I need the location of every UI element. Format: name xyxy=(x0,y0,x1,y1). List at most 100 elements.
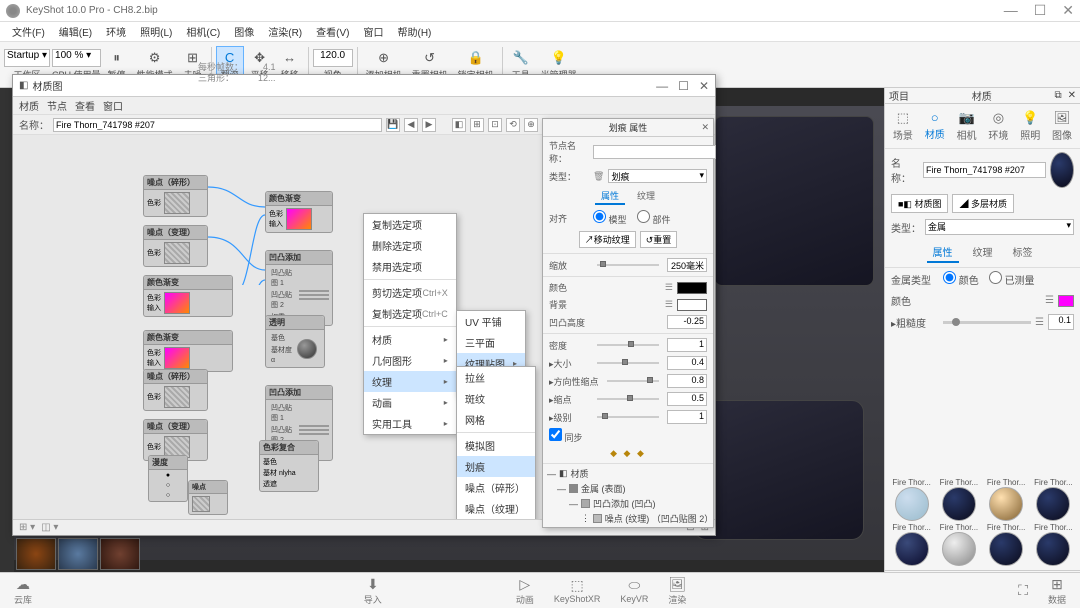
rp-tab-tex[interactable]: 纹理 xyxy=(967,242,999,263)
pp-density-val[interactable]: 1 xyxy=(667,338,707,352)
node-noise-2[interactable]: 噪点（变理）色彩 xyxy=(143,225,208,267)
pp-close-button[interactable]: ✕ xyxy=(701,122,709,133)
pp-color-link-icon[interactable]: ☰ xyxy=(665,282,673,293)
pp-reset-button[interactable]: ↺重置 xyxy=(640,231,678,248)
bb-anim[interactable]: ▷动画 xyxy=(508,574,542,608)
rp-mat-item[interactable]: Fire Thor... xyxy=(984,523,1029,566)
pp-scale-slider[interactable] xyxy=(597,264,659,266)
ctx-anim[interactable]: 动画▸ xyxy=(364,392,456,413)
pp-proj-model[interactable]: 模型 xyxy=(593,210,633,226)
pp-bg-link-icon[interactable]: ☰ xyxy=(665,299,673,310)
ctx-material[interactable]: 材质▸ xyxy=(364,329,456,350)
node-gradient-2[interactable]: 颜色渐变色彩输入 xyxy=(143,330,233,372)
ctx3-i7[interactable]: 噪点（纹理） xyxy=(457,498,535,519)
ctx-texture[interactable]: 纹理▸ xyxy=(364,371,456,392)
mg-save-icon[interactable]: 💾 xyxy=(386,118,400,132)
rp-cat-env[interactable]: ◎环境 xyxy=(985,108,1011,144)
bb-cloud[interactable]: ☁云库 xyxy=(6,574,40,608)
menu-camera[interactable]: 相机(C) xyxy=(180,22,226,41)
bb-xr[interactable]: ⬚KeyShotXR xyxy=(546,575,609,606)
pp-lvl-slider[interactable] xyxy=(597,416,659,418)
pp-scale-val[interactable]: 250毫米 xyxy=(667,258,707,272)
rp-type-select[interactable]: 金属▾ xyxy=(925,219,1074,235)
rp-mat-item[interactable]: Fire Thor... xyxy=(1031,478,1076,521)
node-gradient-1[interactable]: 颜色渐变色彩输入 xyxy=(143,275,233,317)
thumb-item[interactable] xyxy=(100,538,140,570)
pp-dir-val[interactable]: 0.8 xyxy=(667,374,707,388)
ctx-geometry[interactable]: 几何图形▸ xyxy=(364,350,456,371)
ctx3-i0[interactable]: 拉丝 xyxy=(457,367,535,388)
mg-tb4-icon[interactable]: ⟲ xyxy=(506,118,520,132)
rp-rough-tex-icon[interactable]: ☰ xyxy=(1035,317,1044,328)
pp-bump-val[interactable]: -0.25 xyxy=(667,315,707,329)
ctx2-tri[interactable]: 三平面 xyxy=(457,332,525,353)
rp-cat-material[interactable]: ○材质 xyxy=(922,108,948,144)
rp-mat-item[interactable]: Fire Thor... xyxy=(936,478,981,521)
rp-cat-scene[interactable]: ⬚场景 xyxy=(890,108,916,144)
rp-mat-item[interactable]: Fire Thor... xyxy=(889,478,934,521)
ctx-util[interactable]: 实用工具▸ xyxy=(364,413,456,434)
node-noise-tex[interactable]: 噪点 xyxy=(188,480,228,515)
mg-prev-icon[interactable]: ◀ xyxy=(404,118,418,132)
bb-render[interactable]: 🖼渲染 xyxy=(660,574,694,608)
rp-radio-color[interactable]: 颜色 xyxy=(943,271,979,287)
mg-status-shape-icon[interactable]: ◫ ▾ xyxy=(41,522,58,533)
ctx-copy[interactable]: 复制选定项Ctrl+C xyxy=(364,303,456,324)
ctx3-i4[interactable]: 模拟图 xyxy=(457,435,535,456)
mg-tb2-icon[interactable]: ⊞ xyxy=(470,118,484,132)
rp-cat-image[interactable]: 🖼图像 xyxy=(1049,108,1075,144)
rp-rough-val[interactable]: 0.1 xyxy=(1048,314,1074,330)
pp-color-swatch[interactable] xyxy=(677,282,707,294)
ctx3-i6[interactable]: 噪点（碎形） xyxy=(457,477,535,498)
menu-view[interactable]: 查看(V) xyxy=(310,22,355,41)
mg-tb5-icon[interactable]: ⊕ xyxy=(524,118,538,132)
mg-menu-window[interactable]: 窗口 xyxy=(103,98,123,113)
ctx2-uv[interactable]: UV 平铺 xyxy=(457,311,525,332)
rp-undock-icon[interactable]: ⧉ xyxy=(1054,90,1061,101)
pp-sync-check[interactable]: 同步 xyxy=(549,428,589,444)
zoom-combo[interactable]: 100 % ▾ xyxy=(52,49,101,67)
pp-lvl-val[interactable]: 1 xyxy=(667,410,707,424)
rp-name-input[interactable] xyxy=(923,162,1046,178)
rp-multi-button[interactable]: ◢ 多层材质 xyxy=(952,194,1014,213)
workspace-combo[interactable]: Startup ▾ xyxy=(4,49,50,67)
node-alpha[interactable]: 漫度●○○ xyxy=(148,455,188,502)
node-noise-3[interactable]: 噪点（碎形）色彩 xyxy=(143,369,208,411)
menu-edit[interactable]: 编辑(E) xyxy=(53,22,98,41)
bb-data[interactable]: ⊞数据 xyxy=(1040,574,1074,608)
ctx-delete[interactable]: 删除选定项 xyxy=(364,235,456,256)
mg-tb1-icon[interactable]: ◧ xyxy=(452,118,466,132)
pp-tab-tex[interactable]: 纹理 xyxy=(631,188,661,205)
mg-status-grid-icon[interactable]: ⊞ ▾ xyxy=(19,522,35,533)
fov-input[interactable]: 120.0 xyxy=(313,49,353,67)
mg-next-icon[interactable]: ▶ xyxy=(422,118,436,132)
ctx-copy-prop[interactable]: 复制选定项 xyxy=(364,214,456,235)
ctx3-i2[interactable]: 网格 xyxy=(457,409,535,430)
pp-bg-swatch[interactable] xyxy=(677,299,707,311)
ctx3-i1[interactable]: 斑纹 xyxy=(457,388,535,409)
pp-node-name[interactable] xyxy=(593,145,716,159)
thumb-item[interactable] xyxy=(58,538,98,570)
thumb-item[interactable] xyxy=(16,538,56,570)
close-button[interactable]: ✕ xyxy=(1062,2,1074,19)
pp-proj-part[interactable]: 部件 xyxy=(637,210,677,226)
rp-graph-button[interactable]: ■◧ 材质图 xyxy=(891,194,948,213)
rp-tab-prop[interactable]: 属性 xyxy=(927,242,959,263)
menu-window[interactable]: 窗口 xyxy=(357,22,389,41)
rp-mat-item[interactable]: Fire Thor... xyxy=(1031,523,1076,566)
mg-min-button[interactable]: — xyxy=(656,79,668,93)
maximize-button[interactable]: ☐ xyxy=(1034,2,1047,19)
rp-rough-slider[interactable] xyxy=(943,321,1031,324)
minimize-button[interactable]: — xyxy=(1004,2,1018,19)
menu-env[interactable]: 环境 xyxy=(100,22,132,41)
node-colormix[interactable]: 色彩复合基色基材 nlyha透遮 xyxy=(259,440,319,492)
rp-close-icon[interactable]: ✕ xyxy=(1068,90,1076,101)
rp-color-swatch[interactable] xyxy=(1058,295,1074,307)
menu-light[interactable]: 照明(L) xyxy=(134,22,178,41)
bb-fullscreen[interactable]: ⛶ xyxy=(1010,580,1036,601)
rp-tab-tag[interactable]: 标签 xyxy=(1007,242,1039,263)
bb-vr[interactable]: ⬭KeyVR xyxy=(612,575,656,606)
pp-pt-slider[interactable] xyxy=(597,398,659,400)
ctx-cut[interactable]: 剪切选定项Ctrl+X xyxy=(364,282,456,303)
rp-mat-item[interactable]: Fire Thor... xyxy=(984,478,1029,521)
